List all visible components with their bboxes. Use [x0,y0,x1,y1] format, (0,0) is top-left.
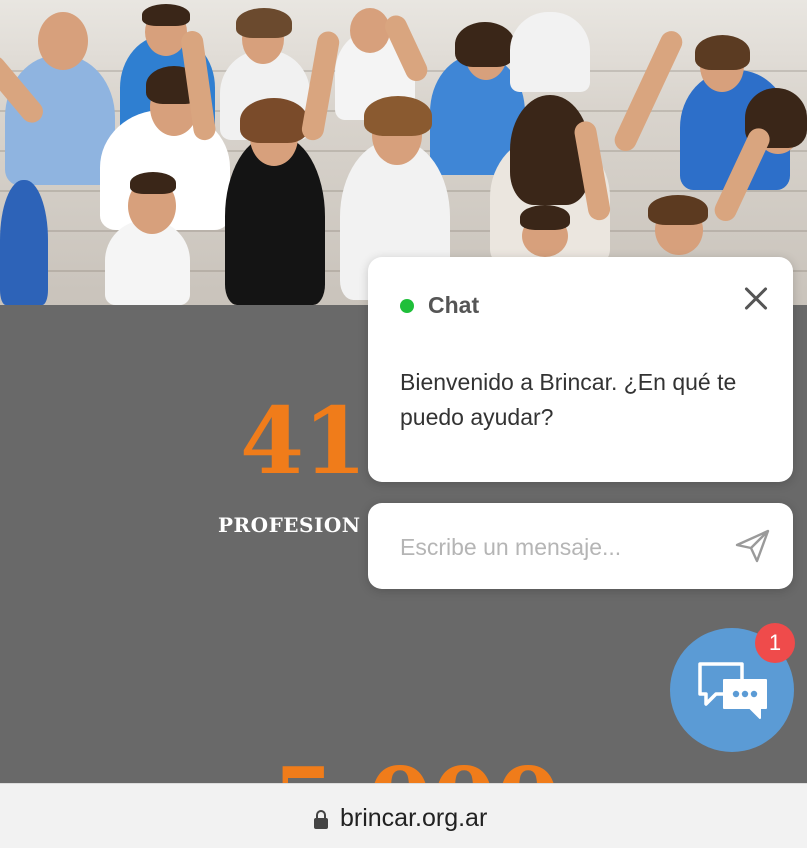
chat-bubbles-icon [698,662,767,719]
url-text[interactable]: brincar.org.ar [340,804,487,833]
chat-welcome-message: Bienvenido a Brincar. ¿En qué te puedo a… [400,369,737,430]
chat-title: Chat [428,292,480,318]
stat-number-partial: 5.000 [272,755,560,783]
unread-badge: 1 [755,623,795,663]
message-input[interactable] [400,528,710,566]
stat-label: PROFESION [218,513,361,537]
close-icon[interactable] [738,281,774,317]
send-icon[interactable] [733,526,773,566]
online-status-dot [400,299,414,313]
lock-icon [314,810,328,829]
